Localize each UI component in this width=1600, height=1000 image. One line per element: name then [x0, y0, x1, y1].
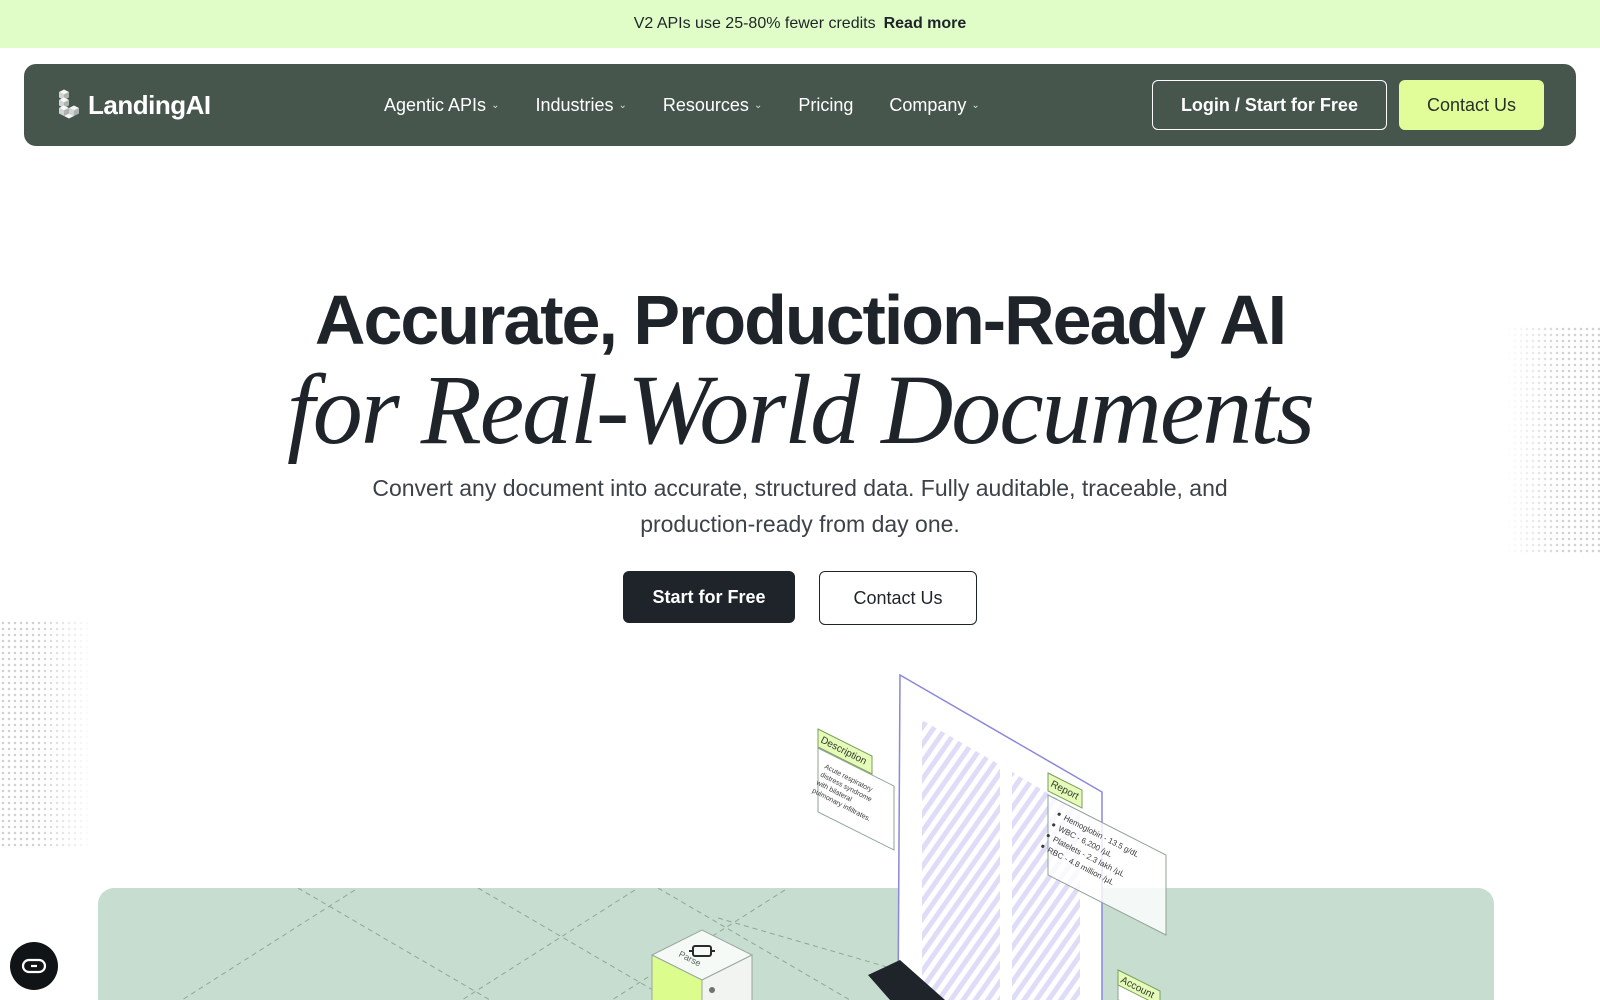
report-item: WBC - 6,200 /µL: [1057, 824, 1114, 859]
description-line: Acute respiratory: [823, 764, 874, 794]
description-tag: Description: [819, 735, 869, 768]
hero-title-line-1: Accurate, Production-Ready AI: [314, 281, 1287, 359]
menu-item-label: Pricing: [798, 94, 854, 115]
chat-widget-icon: [21, 958, 47, 974]
illustration-panel: [98, 888, 1494, 1000]
menu-item-resources[interactable]: Resources ⌄: [663, 95, 762, 116]
chat-widget-button[interactable]: [10, 942, 58, 990]
chevron-down-icon: ⌄: [753, 99, 763, 111]
contact-us-hero-button[interactable]: Contact Us: [819, 571, 977, 625]
menu-item-industries[interactable]: Industries ⌄: [535, 95, 626, 116]
chevron-down-icon: ⌄: [618, 99, 627, 111]
description-line: distress syndrome: [819, 772, 873, 804]
menu-item-label: Agentic APIs: [384, 94, 487, 115]
description-line: pulmonary infiltrates.: [811, 788, 872, 824]
logo-text: LandingAI: [88, 89, 211, 120]
menu-item-label: Industries: [535, 94, 614, 115]
top-navigation: LandingAI Agentic APIs ⌄ Industries ⌄ Re…: [24, 64, 1576, 146]
nav-actions: Login / Start for Free Contact Us: [1151, 80, 1544, 130]
announcement-bar: V2 APIs use 25-80% fewer credits Read mo…: [0, 0, 1600, 48]
grid-lines: [181, 888, 1004, 1000]
hero-title-line-2: for Real-World Documents: [287, 354, 1315, 465]
logo-link[interactable]: LandingAI: [56, 88, 211, 122]
description-line: with bilateral: [814, 779, 853, 804]
main-menu: Agentic APIs ⌄ Industries ⌄ Resources ⌄ …: [384, 64, 1016, 146]
hero-subtitle: Convert any document into accurate, stru…: [372, 475, 1228, 537]
menu-item-pricing[interactable]: Pricing: [798, 95, 853, 116]
login-button[interactable]: Login / Start for Free: [1151, 80, 1387, 130]
menu-item-company[interactable]: Company ⌄: [889, 95, 979, 116]
report-item: RBC - 4.8 million /µL: [1046, 845, 1116, 887]
chevron-down-icon: ⌄: [971, 99, 980, 111]
report-tag: Report: [1049, 779, 1081, 803]
start-for-free-button[interactable]: Start for Free: [623, 571, 795, 623]
contact-us-nav-button[interactable]: Contact Us: [1398, 80, 1544, 130]
report-item: Hemoglobin - 13.5 g/dL: [1062, 813, 1141, 859]
report-item: Platelets - 2.3 lakh /µL: [1051, 835, 1126, 879]
hero-cta-group: Start for Free Contact Us: [623, 571, 977, 625]
description-card: Description Acute respiratory distress s…: [811, 728, 895, 851]
menu-item-label: Resources: [662, 94, 749, 115]
menu-item-agentic-apis[interactable]: Agentic APIs ⌄: [384, 95, 499, 116]
read-more-link[interactable]: Read more: [884, 15, 967, 33]
announcement-message: V2 APIs use 25-80% fewer credits: [633, 15, 876, 32]
dot-pattern-left: [0, 620, 94, 848]
chevron-down-icon: ⌄: [491, 99, 500, 111]
menu-item-label: Company: [889, 94, 967, 115]
landingai-logo-icon: [59, 89, 79, 119]
